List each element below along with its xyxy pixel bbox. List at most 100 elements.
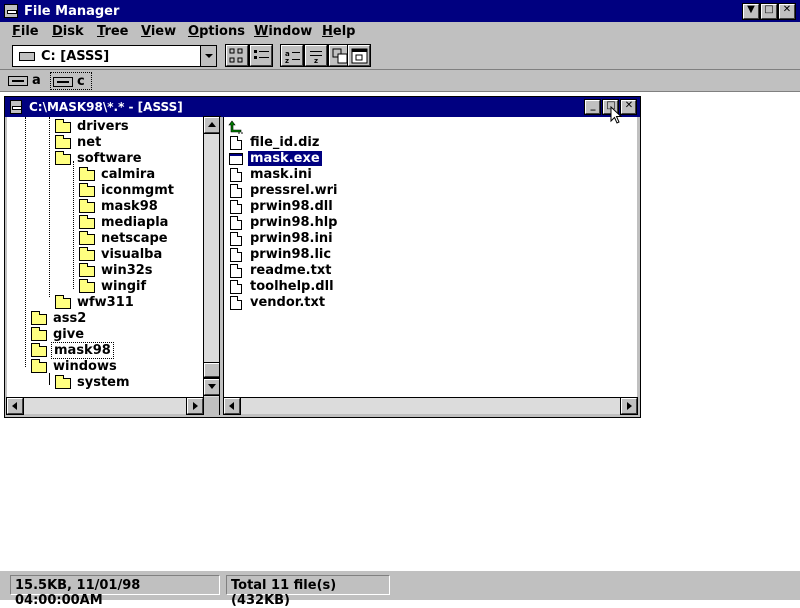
- file-name: readme.txt: [250, 263, 332, 278]
- svg-text:z: z: [314, 57, 318, 65]
- menu-options[interactable]: Options: [188, 24, 245, 39]
- tree-vertical-scrollbar[interactable]: [203, 117, 220, 397]
- tree-item-label: drivers: [77, 119, 129, 134]
- file-name: vendor.txt: [250, 295, 326, 310]
- folder-icon: [55, 151, 71, 165]
- file-name: mask.ini: [250, 167, 312, 182]
- status-total-text: Total 11 file(s) (432KB): [231, 578, 337, 608]
- sort-by-date-button[interactable]: [348, 45, 370, 66]
- close-icon: ✕: [782, 4, 792, 15]
- hard-drive-icon: [53, 77, 73, 87]
- list-view-button[interactable]: [250, 45, 272, 66]
- drive-select[interactable]: C: [ASSS]: [12, 45, 217, 67]
- status-selection-text: 15.5KB, 11/01/98 04:00:00AM: [15, 578, 141, 608]
- drive-bar: a c: [0, 70, 800, 92]
- sort-by-name-button[interactable]: a z: [281, 45, 303, 66]
- drive-a-button[interactable]: a: [6, 72, 46, 90]
- tree-item-label: mask98: [51, 342, 114, 359]
- folder-icon: [55, 295, 71, 309]
- file-name: toolhelp.dll: [250, 279, 334, 294]
- scroll-left-button[interactable]: [7, 398, 23, 414]
- scroll-left-button[interactable]: [224, 398, 240, 414]
- list-icon: [254, 50, 269, 59]
- scroll-right-button[interactable]: [621, 398, 637, 414]
- file-name: mask.exe: [248, 151, 322, 166]
- document-icon: [230, 184, 242, 198]
- file-name: prwin98.dll: [250, 199, 333, 214]
- folder-icon: [55, 135, 71, 149]
- folder-icon: [79, 263, 95, 277]
- sort-name-icon: a z: [285, 50, 300, 65]
- document-icon: [230, 136, 242, 150]
- menu-disk[interactable]: Disk: [52, 24, 84, 39]
- maximize-icon: □: [764, 4, 774, 15]
- files-horizontal-scrollbar[interactable]: [224, 397, 637, 414]
- drive-c-button[interactable]: c: [50, 72, 92, 90]
- large-icons-icon: [229, 48, 243, 63]
- sort-by-type-button[interactable]: z: [305, 45, 327, 66]
- folder-icon: [79, 183, 95, 197]
- mdi-client-area: C:\MASK98\*.* - [ASSS] _ □ ✕ drivers net…: [0, 92, 800, 570]
- folder-icon: [31, 311, 47, 325]
- tree-guide-line: [49, 117, 50, 297]
- tree-item-label: ass2: [53, 311, 87, 326]
- scroll-down-button[interactable]: [204, 379, 220, 395]
- folder-icon: [55, 375, 71, 389]
- drive-c-label: c: [77, 74, 85, 89]
- minimize-button[interactable]: ▼: [743, 4, 759, 19]
- dropdown-arrow-icon[interactable]: [200, 46, 216, 66]
- document-icon: [230, 296, 242, 310]
- tree-item-label: mediapla: [101, 215, 169, 230]
- hard-drive-icon: [19, 52, 35, 61]
- menu-window[interactable]: Window: [254, 24, 312, 39]
- directory-window[interactable]: C:\MASK98\*.* - [ASSS] _ □ ✕ drivers net…: [4, 96, 641, 418]
- tree-guide-line: [49, 373, 50, 385]
- close-icon: ✕: [624, 100, 634, 111]
- status-selection-info: 15.5KB, 11/01/98 04:00:00AM: [10, 575, 220, 608]
- menu-tree[interactable]: Tree: [97, 24, 129, 39]
- app-titlebar[interactable]: File Manager ▼ □ ✕: [0, 0, 800, 22]
- child-system-menu-icon[interactable]: [10, 100, 22, 114]
- child-minimize-button[interactable]: _: [585, 100, 600, 114]
- file-name: pressrel.wri: [250, 183, 338, 198]
- floppy-drive-icon: [8, 76, 28, 86]
- file-name: prwin98.lic: [250, 247, 332, 262]
- scroll-up-button[interactable]: [204, 117, 220, 133]
- file-list-pane[interactable]: file_id.diz mask.exe mask.ini pressrel.w…: [224, 117, 637, 397]
- folder-icon: [79, 247, 95, 261]
- open-folder-icon: [31, 343, 47, 357]
- menu-file[interactable]: File: [12, 24, 39, 39]
- large-icons-view-button[interactable]: [226, 45, 248, 66]
- tree-item-label: calmira: [101, 167, 156, 182]
- minimize-icon: ▼: [747, 4, 755, 15]
- system-menu-icon[interactable]: [4, 4, 18, 18]
- tree-item-label: give: [53, 327, 85, 342]
- folder-icon: [79, 279, 95, 293]
- maximize-button[interactable]: □: [761, 4, 777, 19]
- tree-item-label: system: [77, 375, 130, 390]
- tree-item-label: win32s: [101, 263, 153, 278]
- file-name: file_id.diz: [250, 135, 320, 150]
- directory-window-titlebar[interactable]: C:\MASK98\*.* - [ASSS] _ □ ✕: [5, 97, 640, 117]
- folder-icon: [79, 215, 95, 229]
- document-icon: [230, 168, 242, 182]
- menu-view[interactable]: View: [141, 24, 176, 39]
- tree-item-label: visualba: [101, 247, 163, 262]
- scroll-right-button[interactable]: [187, 398, 203, 414]
- menu-help[interactable]: Help: [322, 24, 355, 39]
- toolbar: C: [ASSS] a z z: [0, 42, 800, 70]
- tree-guide-line: [25, 117, 26, 367]
- scroll-thumb[interactable]: [204, 363, 220, 377]
- directory-tree-pane[interactable]: drivers net software calmira iconmgmt ma…: [7, 117, 219, 397]
- directory-window-title: C:\MASK98\*.* - [ASSS]: [29, 100, 183, 114]
- file-name: prwin98.hlp: [250, 215, 338, 230]
- folder-icon: [79, 231, 95, 245]
- close-button[interactable]: ✕: [779, 4, 795, 19]
- status-bar: 15.5KB, 11/01/98 04:00:00AM Total 11 fil…: [0, 570, 800, 608]
- up-arrow-icon: [228, 120, 243, 134]
- tree-guide-line: [73, 161, 74, 289]
- document-icon: [230, 280, 242, 294]
- folder-icon: [79, 199, 95, 213]
- tree-horizontal-scrollbar[interactable]: [7, 397, 203, 414]
- mouse-cursor-icon: [610, 106, 623, 124]
